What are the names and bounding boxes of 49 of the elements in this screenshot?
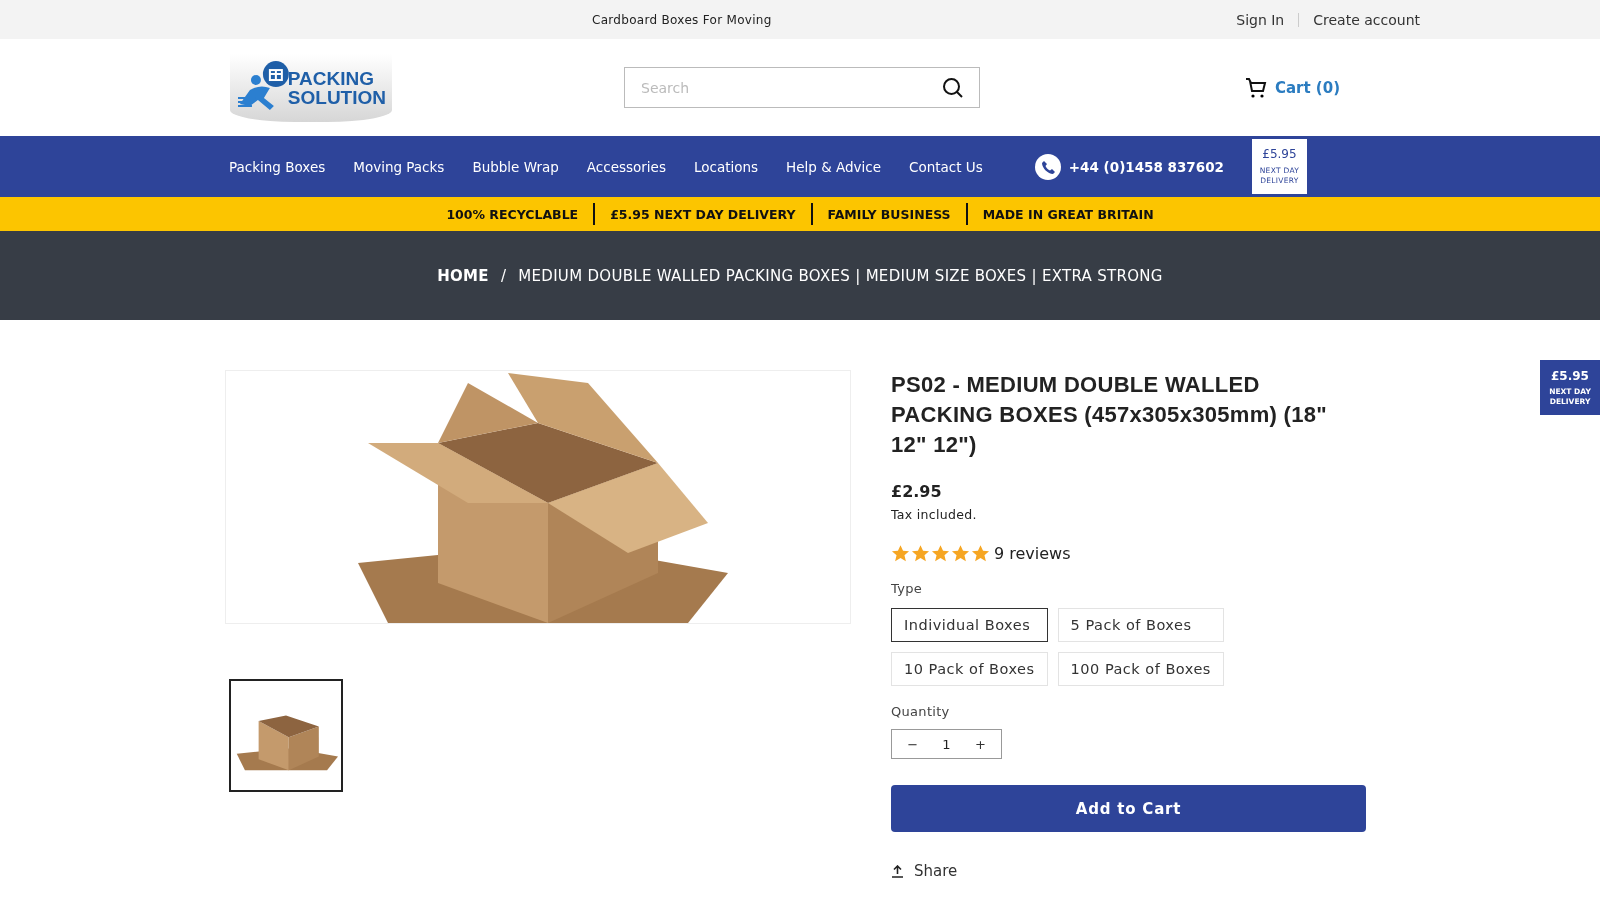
breadcrumb-separator: / (500, 266, 507, 285)
nav-link[interactable]: Moving Packs (353, 158, 445, 175)
share-link[interactable]: Share (891, 862, 1366, 880)
increase-button[interactable]: + (968, 736, 992, 752)
phone-number[interactable]: +44 (0)1458 837602 (1068, 158, 1224, 175)
option-label: Type (891, 581, 924, 596)
product-title: PS02 - MEDIUM DOUBLE WALLED PACKING BOXES (457x305x305mm) (18" 12" 12") (891, 371, 1328, 459)
star-icon (931, 544, 950, 563)
cart-icon (1244, 76, 1267, 99)
star-icon (891, 544, 910, 563)
breadcrumb-current: MEDIUM DOUBLE WALLED PACKING BOXES | MEDIUM SIZE BOXES | EXTRA STRONG (518, 266, 1163, 285)
star-icon (911, 544, 930, 563)
logo-text: SOLUTION (287, 87, 386, 107)
share-icon (891, 864, 904, 878)
quantity-value: 1 (942, 736, 951, 752)
product-price: £2.95 (891, 482, 943, 501)
nav-link[interactable]: Bubble Wrap (472, 158, 559, 175)
variant-option[interactable]: 100 Pack of Boxes (1057, 652, 1224, 686)
nav-link[interactable]: Help & Advice (786, 158, 882, 175)
account-link[interactable]: Create account (1313, 11, 1420, 28)
badge-price: £5.95 (1262, 147, 1297, 161)
tax-note: Tax included. (891, 507, 978, 522)
nav-link[interactable]: Accessories (586, 158, 666, 175)
breadcrumb-link[interactable]: HOME (437, 266, 489, 285)
badge-price: £5.95 (1551, 368, 1589, 383)
logo-text: PACKING (287, 68, 376, 88)
usp-text: MADE IN GREAT BRITAIN (982, 206, 1154, 222)
nav-link[interactable]: Packing Boxes (229, 158, 326, 175)
account-link[interactable]: Sign In (1236, 11, 1285, 28)
nav-link[interactable]: Contact Us (909, 158, 983, 175)
variant-option[interactable]: Individual Boxes (891, 608, 1048, 642)
nav-link[interactable]: Locations (693, 158, 759, 175)
quantity-label: Quantity (891, 704, 951, 719)
usp-text: £5.95 NEXT DAY DELIVERY (610, 206, 796, 222)
phone-icon (1034, 153, 1061, 180)
variant-option[interactable]: 5 Pack of Boxes (1057, 608, 1224, 642)
search-field[interactable]: Search (624, 67, 980, 108)
add-to-cart-button[interactable]: Add to Cart (891, 785, 1366, 832)
product-thumbnail[interactable] (229, 679, 343, 792)
usp-text: FAMILY BUSINESS (827, 206, 951, 222)
star-icon (971, 544, 990, 563)
announcement-text: Cardboard Boxes For Moving (592, 12, 772, 27)
review-count[interactable]: 9 reviews (994, 544, 1071, 563)
variant-option[interactable]: 10 Pack of Boxes (891, 652, 1048, 686)
quantity-stepper[interactable]: − 1 + (891, 729, 1002, 759)
usp-text: 100% RECYCLABLE (446, 206, 579, 222)
decrease-button[interactable]: − (901, 736, 925, 752)
star-icon (951, 544, 970, 563)
cart-link[interactable]: Cart (0) (1244, 76, 1340, 99)
